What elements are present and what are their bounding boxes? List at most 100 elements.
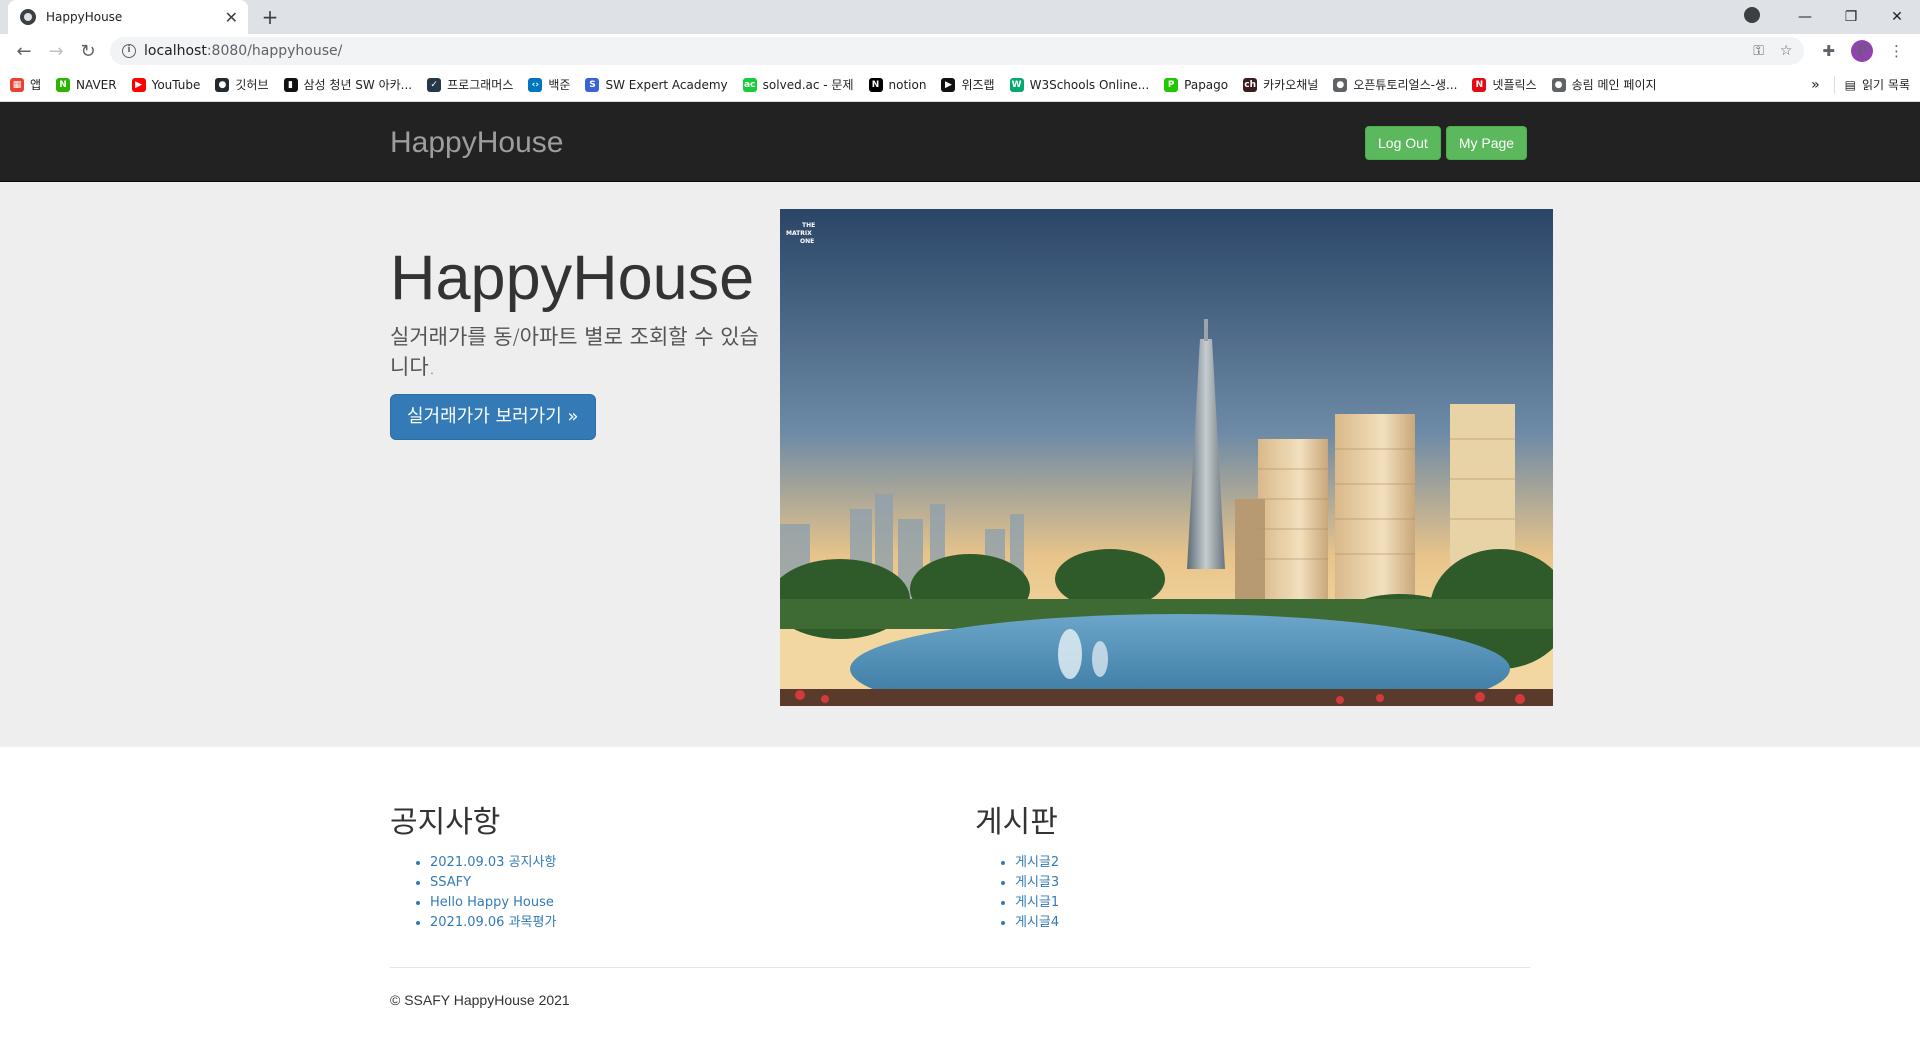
star-icon[interactable]: ☆	[1780, 43, 1793, 59]
bookmark-item[interactable]: ● 오픈튜토리얼스-생...	[1333, 76, 1457, 93]
bookmark-favicon-icon: N	[868, 77, 883, 92]
bookmark-item[interactable]: ‹› 백준	[528, 76, 570, 93]
hero-description: 실거래가를 동/아파트 별로 조회할 수 있습니다.	[390, 325, 759, 379]
bookmark-favicon-icon: ●	[1551, 77, 1566, 92]
bookmark-label: notion	[888, 77, 927, 92]
board-link[interactable]: 게시글4	[1015, 915, 1059, 930]
board-link[interactable]: 게시글3	[1015, 875, 1059, 890]
list-item: 2021.09.03 공지사항	[430, 853, 556, 873]
jumbotron: HappyHouse 실거래가를 동/아파트 별로 조회할 수 있습니다. 실거…	[0, 182, 1920, 747]
url-path: :8080/happyhouse/	[206, 43, 343, 59]
bookmark-item[interactable]: W W3Schools Online...	[1009, 77, 1150, 92]
reading-list-label[interactable]: 읽기 목록	[1862, 76, 1910, 93]
list-item: Hello Happy House	[430, 893, 556, 913]
restore-icon[interactable]: ❐	[1828, 9, 1874, 25]
menu-icon[interactable]: ⋮	[1889, 42, 1904, 60]
brand-logo[interactable]: HappyHouse	[390, 126, 563, 160]
bookmark-favicon-icon: ‹›	[528, 77, 543, 92]
close-window-icon[interactable]: ✕	[1874, 9, 1920, 25]
bookmark-favicon-icon: W	[1009, 77, 1024, 92]
notice-link[interactable]: Hello Happy House	[430, 895, 554, 910]
minimize-icon[interactable]: —	[1782, 9, 1828, 25]
browser-toolbar: ← → ↻ i localhost:8080/happyhouse/ ⚿ ☆ ✚…	[0, 34, 1920, 68]
board-link[interactable]: 게시글2	[1015, 855, 1059, 870]
bookmark-item[interactable]: Nnotion	[868, 77, 927, 92]
info-icon[interactable]: i	[122, 44, 136, 58]
bookmark-item[interactable]: ▶ YouTube	[131, 77, 200, 92]
bookmark-item[interactable]: ✓ 프로그래머스	[427, 76, 513, 93]
bookmark-item[interactable]: ch 카카오채널	[1243, 76, 1318, 93]
list-item: 게시글1	[1015, 893, 1059, 913]
list-item: 게시글3	[1015, 873, 1059, 893]
bookmark-label: 카카오채널	[1263, 78, 1319, 92]
key-icon[interactable]: ⚿	[1753, 43, 1764, 59]
site-navbar: HappyHouse Log Out My Page	[0, 102, 1920, 182]
bookmark-item[interactable]: N NAVER	[56, 77, 117, 92]
view-prices-button[interactable]: 실거래가가 보러가기 »	[390, 394, 596, 440]
bookmark-label: 송림 메인 페이지	[1571, 78, 1657, 92]
bookmark-favicon-icon: ●	[215, 77, 230, 92]
bookmark-favicon-icon: ▶	[941, 77, 956, 92]
bookmark-favicon-icon: P	[1164, 77, 1179, 92]
hero-image: THE MATRIX ONE	[780, 209, 1553, 706]
logout-button[interactable]: Log Out	[1365, 126, 1441, 160]
bookmark-label: 삼성 청년 SW 아카...	[303, 78, 413, 92]
board-link[interactable]: 게시글1	[1015, 895, 1059, 910]
reading-list-icon[interactable]: ▤	[1845, 78, 1856, 92]
bookmark-label: solved.ac - 문제	[762, 78, 854, 92]
close-tab-icon[interactable]: ✕	[225, 8, 238, 27]
bookmark-favicon-icon: ✓	[427, 77, 442, 92]
browser-tab[interactable]: HappyHouse ✕	[8, 0, 248, 34]
bookmark-item[interactable]: ▶ 위즈랩	[941, 76, 995, 93]
bookmark-favicon-icon: ●	[1333, 77, 1348, 92]
bookmark-item[interactable]: ▮ 삼성 청년 SW 아카...	[283, 76, 413, 93]
bookmark-favicon-icon: N	[56, 77, 71, 92]
bookmark-favicon-icon: ▮	[283, 77, 298, 92]
bookmark-favicon-icon: N	[1472, 77, 1487, 92]
tab-search-icon[interactable]	[1736, 7, 1782, 27]
hero-title: HappyHouse	[390, 243, 755, 313]
bookmark-label: 넷플릭스	[1492, 78, 1537, 92]
bookmark-item[interactable]: P Papago	[1164, 77, 1228, 92]
divider	[1833, 75, 1835, 94]
bookmark-label: 깃허브	[235, 78, 269, 92]
notice-link[interactable]: 2021.09.03 공지사항	[430, 855, 556, 870]
bookmark-item[interactable]: ac solved.ac - 문제	[742, 76, 854, 93]
bookmark-item[interactable]: ● 깃허브	[215, 76, 269, 93]
svg-text:MATRIX: MATRIX	[786, 230, 812, 237]
svg-text:ONE: ONE	[800, 238, 814, 245]
footer-text: © SSAFY HappyHouse 2021	[390, 992, 570, 1008]
bookmark-item[interactable]: S SW Expert Academy	[585, 77, 728, 92]
bookmark-item[interactable]: ▦ 앱	[10, 76, 41, 93]
bookmark-favicon-icon: ch	[1243, 77, 1258, 92]
bookmark-label: W3Schools Online...	[1029, 77, 1150, 92]
reload-icon[interactable]: ↻	[72, 41, 104, 62]
back-icon[interactable]: ←	[8, 41, 40, 62]
chevron-right-icon[interactable]: »	[1811, 77, 1820, 93]
board-section: 게시판 게시글2 게시글3 게시글1 게시글4	[975, 797, 1059, 933]
bookmark-item[interactable]: N 넷플릭스	[1472, 76, 1537, 93]
profile-avatar[interactable]: P	[1851, 40, 1873, 62]
bookmark-favicon-icon: ▦	[10, 77, 24, 92]
forward-icon[interactable]: →	[40, 41, 72, 62]
bookmark-label: 백준	[548, 78, 571, 92]
browser-tabbar: HappyHouse ✕ + — ❐ ✕	[0, 0, 1920, 34]
extensions-icon[interactable]: ✚	[1822, 42, 1835, 60]
content-area: 공지사항 2021.09.03 공지사항 SSAFY Hello Happy Hou…	[0, 747, 1920, 1040]
list-item: 게시글2	[1015, 853, 1059, 873]
board-list: 게시글2 게시글3 게시글1 게시글4	[1015, 853, 1059, 933]
list-item: SSAFY	[430, 873, 556, 893]
globe-icon	[20, 9, 36, 25]
new-tab-icon[interactable]: +	[258, 5, 282, 29]
bookmark-item[interactable]: ● 송림 메인 페이지	[1551, 76, 1657, 93]
mypage-button[interactable]: My Page	[1445, 126, 1528, 160]
notice-link[interactable]: 2021.09.06 과목평가	[430, 915, 556, 930]
notice-list: 2021.09.03 공지사항 SSAFY Hello Happy House 202…	[430, 853, 556, 933]
address-bar[interactable]: i localhost:8080/happyhouse/ ⚿ ☆	[110, 37, 1805, 65]
notice-link[interactable]: SSAFY	[430, 875, 471, 890]
list-item: 게시글4	[1015, 913, 1059, 933]
list-item: 2021.09.06 과목평가	[430, 913, 556, 933]
bookmark-label: 프로그래머스	[447, 78, 514, 92]
bookmark-label: 앱	[30, 78, 42, 92]
bookmark-label: 위즈랩	[961, 78, 995, 92]
